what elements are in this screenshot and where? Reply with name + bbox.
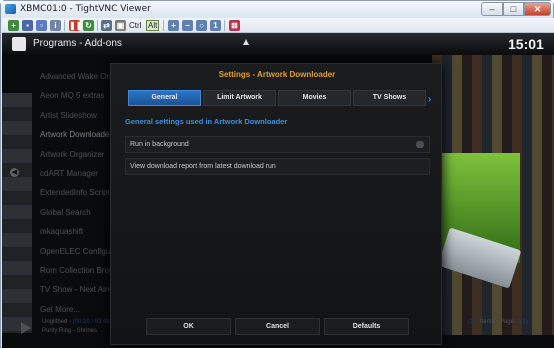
transfer-icon[interactable]: ⇄ bbox=[101, 20, 112, 31]
new-connection-icon[interactable]: + bbox=[8, 20, 19, 31]
zoom-in-icon[interactable]: + bbox=[168, 20, 179, 31]
play-icon[interactable] bbox=[21, 322, 31, 334]
vnc-viewer-window: XBMC01:0 - TightVNC Viewer – □ ✕ + ▪ ▫ i… bbox=[0, 0, 554, 348]
items-page-count: (11) Items - Page (1/1) bbox=[468, 319, 528, 325]
chevron-right-icon[interactable]: › bbox=[428, 94, 431, 105]
title-bar: XBMC01:0 - TightVNC Viewer – □ ✕ bbox=[1, 1, 553, 18]
setting-label: Run in background bbox=[130, 141, 189, 148]
toolbar-separator bbox=[97, 20, 98, 31]
run-in-background-setting[interactable]: Run in background bbox=[125, 136, 430, 153]
toolbar-separator bbox=[224, 20, 225, 31]
section-heading: General settings used in Artwork Downloa… bbox=[125, 117, 288, 126]
background-fanart-left bbox=[2, 93, 32, 333]
toolbar-separator bbox=[163, 20, 164, 31]
mouse-cursor-icon bbox=[243, 39, 249, 45]
save-icon[interactable]: ▪ bbox=[22, 20, 33, 31]
pause-icon[interactable]: ❚❚ bbox=[69, 20, 82, 31]
vnc-toolbar: + ▪ ▫ i ❚❚ ↻ ⇄ ▣ Ctrl Alt + − ○ 1 ⊠ bbox=[2, 18, 554, 33]
tab-general[interactable]: General bbox=[128, 90, 201, 106]
tab-limit-artwork[interactable]: Limit Artwork bbox=[203, 90, 276, 106]
ctrl-key-button[interactable]: Ctrl bbox=[129, 20, 141, 31]
defaults-button[interactable]: Defaults bbox=[324, 318, 409, 335]
options-icon[interactable]: ▫ bbox=[36, 20, 47, 31]
toolbar-separator bbox=[64, 20, 65, 31]
cancel-button[interactable]: Cancel bbox=[235, 318, 320, 335]
tab-tv-shows[interactable]: TV Shows bbox=[353, 90, 426, 106]
breadcrumb: Programs - Add-ons bbox=[33, 38, 122, 49]
now-playing-time: (00:20 / 02:48) bbox=[72, 319, 112, 325]
fullscreen-icon[interactable]: ⊠ bbox=[229, 20, 240, 31]
ok-button[interactable]: OK bbox=[146, 318, 231, 335]
toggle-icon[interactable] bbox=[416, 141, 424, 148]
maximize-button[interactable]: □ bbox=[503, 2, 524, 16]
dialog-title: Settings - Artwork Downloader bbox=[218, 70, 336, 79]
addons-puzzle-icon bbox=[12, 37, 26, 51]
window-title: XBMC01:0 - TightVNC Viewer bbox=[20, 4, 151, 14]
minimize-button[interactable]: – bbox=[481, 2, 503, 16]
setting-label: View download report from latest downloa… bbox=[130, 163, 276, 170]
view-download-report-setting[interactable]: View download report from latest downloa… bbox=[125, 158, 430, 175]
tab-movies[interactable]: Movies bbox=[278, 90, 351, 106]
zoom-fit-icon[interactable]: ○ bbox=[196, 20, 207, 31]
xbmc-header: Programs - Add-ons 15:01 bbox=[2, 33, 554, 55]
zoom-actual-icon[interactable]: 1 bbox=[210, 20, 221, 31]
now-playing-artist: Purity Ring - Shrines bbox=[42, 328, 98, 334]
ctrl-alt-del-icon[interactable]: ▣ bbox=[115, 20, 126, 31]
info-icon[interactable]: i bbox=[50, 20, 61, 31]
zoom-out-icon[interactable]: − bbox=[182, 20, 193, 31]
remote-desktop-screen[interactable]: Programs - Add-ons 15:01 ◀ Advanced Wake… bbox=[2, 33, 554, 348]
items-label: Items - Page bbox=[478, 319, 516, 325]
settings-dialog: Settings - Artwork Downloader General Li… bbox=[110, 63, 442, 345]
close-button[interactable]: ✕ bbox=[524, 2, 551, 16]
now-playing-title: Unglithed - (00:20 / 02:48) bbox=[42, 319, 112, 325]
clock: 15:01 bbox=[508, 36, 544, 52]
tightvnc-app-icon bbox=[5, 4, 16, 14]
now-playing-track: Unglithed - bbox=[42, 319, 73, 325]
chevron-left-icon[interactable]: ◀ bbox=[10, 168, 19, 177]
items-count: (11) bbox=[468, 319, 479, 325]
alt-key-button[interactable]: Alt bbox=[146, 20, 160, 31]
page-count: (1/1) bbox=[515, 319, 528, 325]
refresh-icon[interactable]: ↻ bbox=[83, 20, 94, 31]
